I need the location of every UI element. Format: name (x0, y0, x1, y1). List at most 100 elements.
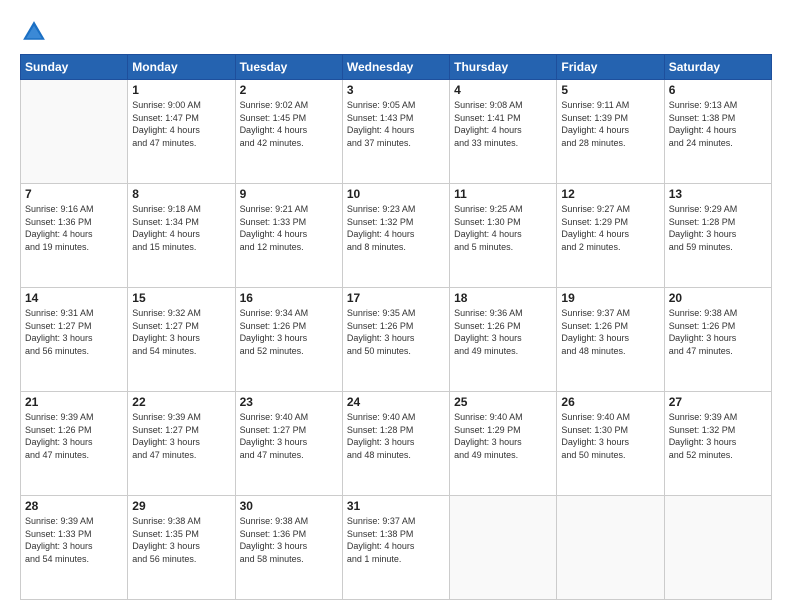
day-number: 2 (240, 83, 338, 97)
day-info: Sunrise: 9:08 AM Sunset: 1:41 PM Dayligh… (454, 99, 552, 149)
calendar-cell: 6 Sunrise: 9:13 AM Sunset: 1:38 PM Daylig… (664, 80, 771, 184)
weekday-header: Sunday (21, 55, 128, 80)
day-number: 23 (240, 395, 338, 409)
calendar-cell: 29 Sunrise: 9:38 AM Sunset: 1:35 PM Dayli… (128, 496, 235, 600)
day-info: Sunrise: 9:38 AM Sunset: 1:35 PM Dayligh… (132, 515, 230, 565)
day-info: Sunrise: 9:11 AM Sunset: 1:39 PM Dayligh… (561, 99, 659, 149)
day-info: Sunrise: 9:18 AM Sunset: 1:34 PM Dayligh… (132, 203, 230, 253)
day-info: Sunrise: 9:37 AM Sunset: 1:38 PM Dayligh… (347, 515, 445, 565)
day-info: Sunrise: 9:39 AM Sunset: 1:32 PM Dayligh… (669, 411, 767, 461)
day-number: 28 (25, 499, 123, 513)
day-number: 30 (240, 499, 338, 513)
day-number: 19 (561, 291, 659, 305)
calendar-cell: 3 Sunrise: 9:05 AM Sunset: 1:43 PM Daylig… (342, 80, 449, 184)
calendar-cell: 2 Sunrise: 9:02 AM Sunset: 1:45 PM Daylig… (235, 80, 342, 184)
day-info: Sunrise: 9:38 AM Sunset: 1:36 PM Dayligh… (240, 515, 338, 565)
calendar-cell: 15 Sunrise: 9:32 AM Sunset: 1:27 PM Dayli… (128, 288, 235, 392)
calendar-cell: 16 Sunrise: 9:34 AM Sunset: 1:26 PM Dayli… (235, 288, 342, 392)
day-info: Sunrise: 9:13 AM Sunset: 1:38 PM Dayligh… (669, 99, 767, 149)
day-number: 3 (347, 83, 445, 97)
calendar-cell: 24 Sunrise: 9:40 AM Sunset: 1:28 PM Dayli… (342, 392, 449, 496)
calendar-cell: 23Sunrise: 9:40 AM Sunset: 1:27 PM Dayli… (235, 392, 342, 496)
calendar-cell: 19 Sunrise: 9:37 AM Sunset: 1:26 PM Dayli… (557, 288, 664, 392)
calendar-table: SundayMondayTuesdayWednesdayThursdayFrid… (20, 54, 772, 600)
day-info: Sunrise: 9:35 AM Sunset: 1:26 PM Dayligh… (347, 307, 445, 357)
calendar-cell: 8 Sunrise: 9:18 AM Sunset: 1:34 PM Daylig… (128, 184, 235, 288)
calendar-cell: 27Sunrise: 9:39 AM Sunset: 1:32 PM Dayli… (664, 392, 771, 496)
day-info: Sunrise: 9:16 AM Sunset: 1:36 PM Dayligh… (25, 203, 123, 253)
calendar-cell: 30 Sunrise: 9:38 AM Sunset: 1:36 PM Dayli… (235, 496, 342, 600)
calendar-week-row: 21 Sunrise: 9:39 AM Sunset: 1:26 PM Dayli… (21, 392, 772, 496)
calendar-cell: 7 Sunrise: 9:16 AM Sunset: 1:36 PM Daylig… (21, 184, 128, 288)
calendar-cell: 17 Sunrise: 9:35 AM Sunset: 1:26 PM Dayli… (342, 288, 449, 392)
calendar-cell (664, 496, 771, 600)
day-number: 22 (132, 395, 230, 409)
day-info: Sunrise: 9:31 AM Sunset: 1:27 PM Dayligh… (25, 307, 123, 357)
day-info: Sunrise: 9:36 AM Sunset: 1:26 PM Dayligh… (454, 307, 552, 357)
day-number: 29 (132, 499, 230, 513)
day-number: 8 (132, 187, 230, 201)
day-info: Sunrise: 9:40 AM Sunset: 1:29 PM Dayligh… (454, 411, 552, 461)
day-info: Sunrise: 9:39 AM Sunset: 1:27 PM Dayligh… (132, 411, 230, 461)
day-info: Sunrise: 9:34 AM Sunset: 1:26 PM Dayligh… (240, 307, 338, 357)
weekday-header: Wednesday (342, 55, 449, 80)
calendar-cell: 5 Sunrise: 9:11 AM Sunset: 1:39 PM Daylig… (557, 80, 664, 184)
day-info: Sunrise: 9:25 AM Sunset: 1:30 PM Dayligh… (454, 203, 552, 253)
day-number: 1 (132, 83, 230, 97)
day-number: 18 (454, 291, 552, 305)
logo (20, 18, 52, 46)
header (20, 18, 772, 46)
calendar-cell: 14Sunrise: 9:31 AM Sunset: 1:27 PM Dayli… (21, 288, 128, 392)
calendar-cell: 18 Sunrise: 9:36 AM Sunset: 1:26 PM Dayli… (450, 288, 557, 392)
day-number: 24 (347, 395, 445, 409)
day-info: Sunrise: 9:40 AM Sunset: 1:28 PM Dayligh… (347, 411, 445, 461)
day-number: 4 (454, 83, 552, 97)
calendar-cell: 22 Sunrise: 9:39 AM Sunset: 1:27 PM Dayli… (128, 392, 235, 496)
day-number: 15 (132, 291, 230, 305)
day-info: Sunrise: 9:00 AM Sunset: 1:47 PM Dayligh… (132, 99, 230, 149)
logo-icon (20, 18, 48, 46)
calendar-week-row: 1 Sunrise: 9:00 AM Sunset: 1:47 PM Daylig… (21, 80, 772, 184)
calendar-cell: 11 Sunrise: 9:25 AM Sunset: 1:30 PM Dayli… (450, 184, 557, 288)
calendar-week-row: 28Sunrise: 9:39 AM Sunset: 1:33 PM Dayli… (21, 496, 772, 600)
calendar-cell: 31 Sunrise: 9:37 AM Sunset: 1:38 PM Dayli… (342, 496, 449, 600)
calendar-cell: 25 Sunrise: 9:40 AM Sunset: 1:29 PM Dayli… (450, 392, 557, 496)
weekday-header: Friday (557, 55, 664, 80)
day-info: Sunrise: 9:02 AM Sunset: 1:45 PM Dayligh… (240, 99, 338, 149)
day-number: 13 (669, 187, 767, 201)
calendar-cell: 28Sunrise: 9:39 AM Sunset: 1:33 PM Dayli… (21, 496, 128, 600)
weekday-header: Thursday (450, 55, 557, 80)
day-number: 5 (561, 83, 659, 97)
day-info: Sunrise: 9:40 AM Sunset: 1:30 PM Dayligh… (561, 411, 659, 461)
day-info: Sunrise: 9:37 AM Sunset: 1:26 PM Dayligh… (561, 307, 659, 357)
calendar-cell: 20Sunrise: 9:38 AM Sunset: 1:26 PM Dayli… (664, 288, 771, 392)
day-number: 31 (347, 499, 445, 513)
day-info: Sunrise: 9:32 AM Sunset: 1:27 PM Dayligh… (132, 307, 230, 357)
calendar-week-row: 7 Sunrise: 9:16 AM Sunset: 1:36 PM Daylig… (21, 184, 772, 288)
calendar-header-row: SundayMondayTuesdayWednesdayThursdayFrid… (21, 55, 772, 80)
day-number: 17 (347, 291, 445, 305)
day-number: 21 (25, 395, 123, 409)
calendar-cell (557, 496, 664, 600)
calendar-cell: 21 Sunrise: 9:39 AM Sunset: 1:26 PM Dayli… (21, 392, 128, 496)
day-number: 26 (561, 395, 659, 409)
day-number: 16 (240, 291, 338, 305)
weekday-header: Saturday (664, 55, 771, 80)
calendar-cell: 1 Sunrise: 9:00 AM Sunset: 1:47 PM Daylig… (128, 80, 235, 184)
day-number: 11 (454, 187, 552, 201)
calendar-week-row: 14Sunrise: 9:31 AM Sunset: 1:27 PM Dayli… (21, 288, 772, 392)
day-number: 10 (347, 187, 445, 201)
day-info: Sunrise: 9:38 AM Sunset: 1:26 PM Dayligh… (669, 307, 767, 357)
day-info: Sunrise: 9:21 AM Sunset: 1:33 PM Dayligh… (240, 203, 338, 253)
calendar-cell (450, 496, 557, 600)
day-info: Sunrise: 9:05 AM Sunset: 1:43 PM Dayligh… (347, 99, 445, 149)
weekday-header: Monday (128, 55, 235, 80)
day-number: 7 (25, 187, 123, 201)
calendar-cell: 10Sunrise: 9:23 AM Sunset: 1:32 PM Dayli… (342, 184, 449, 288)
day-number: 25 (454, 395, 552, 409)
day-number: 6 (669, 83, 767, 97)
day-info: Sunrise: 9:27 AM Sunset: 1:29 PM Dayligh… (561, 203, 659, 253)
day-info: Sunrise: 9:39 AM Sunset: 1:26 PM Dayligh… (25, 411, 123, 461)
day-number: 9 (240, 187, 338, 201)
calendar-cell: 4 Sunrise: 9:08 AM Sunset: 1:41 PM Daylig… (450, 80, 557, 184)
